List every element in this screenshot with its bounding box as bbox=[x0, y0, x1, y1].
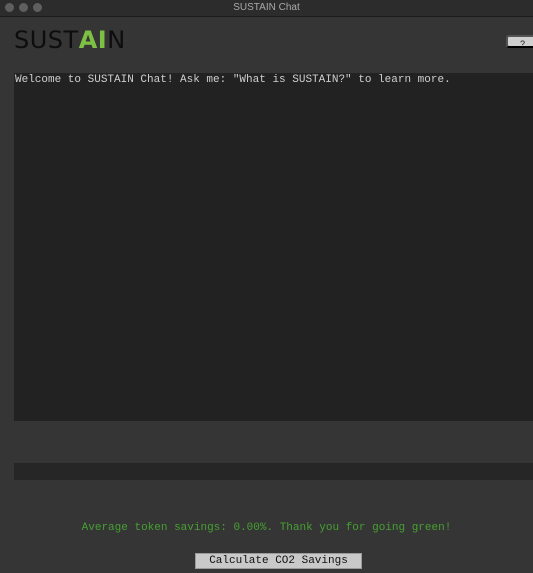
chat-history[interactable]: Welcome to SUSTAIN Chat! Ask me: "What i… bbox=[14, 73, 533, 421]
chat-message: Welcome to SUSTAIN Chat! Ask me: "What i… bbox=[15, 74, 451, 86]
logo-text-ai: AI bbox=[78, 26, 108, 54]
token-savings-status: Average token savings: 0.00%. Thank you … bbox=[81, 522, 452, 534]
window-title: SUSTAIN Chat bbox=[233, 2, 300, 13]
app-window: SUSTAIN Chat SUSTAIN ? Welcome to SUSTAI… bbox=[0, 0, 533, 573]
chat-input[interactable] bbox=[14, 463, 533, 480]
title-bar: SUSTAIN Chat bbox=[0, 0, 533, 17]
sustain-logo: SUSTAIN bbox=[14, 25, 126, 55]
logo-text-end: N bbox=[107, 26, 126, 54]
calculate-co2-savings-button[interactable]: Calculate CO2 Savings bbox=[195, 553, 362, 569]
logo-text-start: SUST bbox=[14, 26, 79, 54]
help-button[interactable]: ? bbox=[506, 35, 533, 49]
